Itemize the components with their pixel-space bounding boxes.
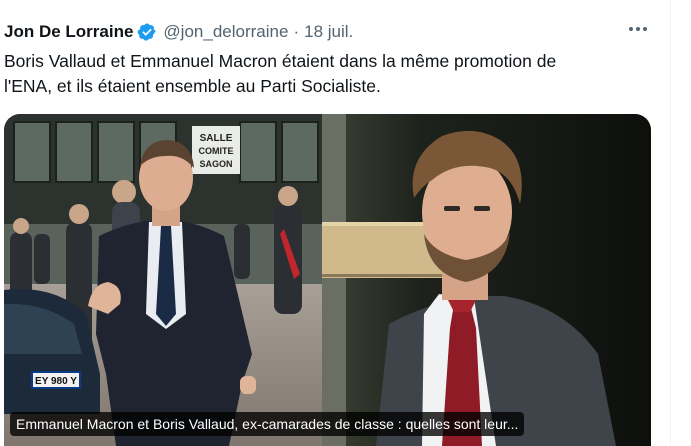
column-divider (670, 0, 671, 446)
author-handle[interactable]: @jon_delorraine (163, 22, 288, 42)
plate-text: EY 980 Y (35, 376, 77, 387)
tweet-text: Boris Vallaud et Emmanuel Macron étaient… (4, 49, 644, 99)
sign-text: SAGON (199, 159, 232, 169)
author-name[interactable]: Jon De Lorraine (4, 22, 133, 42)
sign-text: COMITE (199, 146, 234, 156)
tweet-text-line: l'ENA, et ils étaient ensemble au Parti … (4, 76, 381, 96)
tweet-header: Jon De Lorraine @jon_delorraine · 18 jui… (4, 20, 353, 44)
more-horizontal-icon[interactable] (625, 23, 651, 35)
card-image: SALLE COMITE SAGON EY 980 Y (4, 114, 651, 446)
card-caption[interactable]: Emmanuel Macron et Boris Vallaud, ex-cam… (10, 412, 525, 436)
sign-text: SALLE (200, 133, 233, 144)
tweet[interactable]: Jon De Lorraine @jon_delorraine · 18 jui… (0, 0, 691, 446)
separator-dot: · (293, 22, 300, 41)
tweet-text-line: Boris Vallaud et Emmanuel Macron étaient… (4, 51, 557, 71)
tweet-date[interactable]: 18 juil. (304, 22, 353, 42)
link-card[interactable]: SALLE COMITE SAGON EY 980 Y Emmanuel Mac… (4, 114, 651, 446)
verified-badge-icon[interactable] (137, 22, 157, 42)
